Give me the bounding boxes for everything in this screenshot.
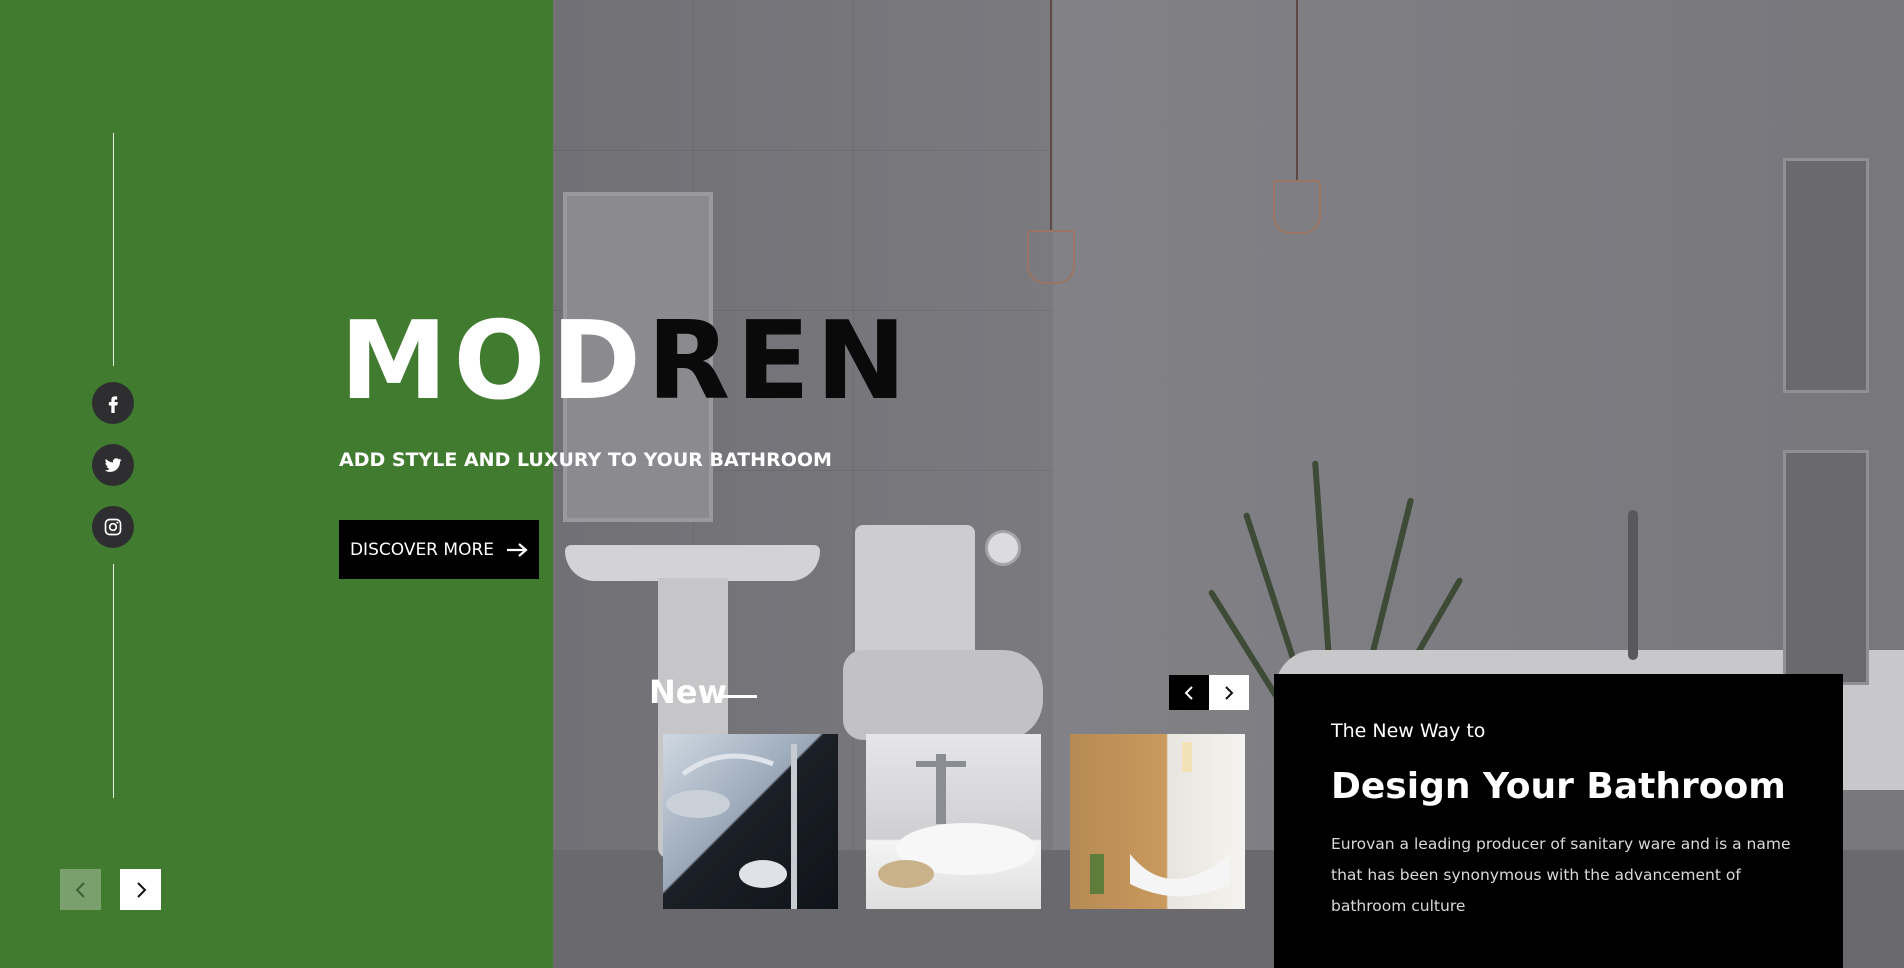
discover-more-button[interactable]: DISCOVER MORE	[339, 520, 539, 579]
discover-more-label: DISCOVER MORE	[349, 539, 495, 560]
chevron-right-icon	[136, 881, 146, 898]
hero-subtitle: ADD STYLE AND LUXURY TO YOUR BATHROOM	[339, 449, 832, 471]
chevron-right-icon	[1225, 685, 1234, 700]
new-label-dash	[722, 695, 757, 698]
product-thumb-basin[interactable]	[866, 734, 1041, 909]
green-side-panel	[0, 0, 553, 968]
products-next-button[interactable]	[1209, 675, 1249, 710]
card-body: Eurovan a leading producer of sanitary w…	[1331, 835, 1791, 915]
facebook-icon[interactable]	[92, 382, 134, 424]
twitter-icon[interactable]	[92, 444, 134, 486]
info-card: The New Way to Design Your Bathroom Euro…	[1274, 674, 1843, 968]
chevron-left-icon	[1184, 685, 1193, 700]
hero-prev-button[interactable]	[60, 869, 101, 910]
hero-title: MODREN	[340, 308, 912, 416]
card-title: Design Your Bathroom	[1331, 766, 1786, 807]
card-kicker: The New Way to	[1331, 720, 1486, 742]
rail-line-top	[113, 133, 114, 366]
products-prev-button[interactable]	[1169, 675, 1209, 710]
new-section-label: New	[649, 673, 728, 711]
product-thumb-bathtub[interactable]	[1070, 734, 1245, 909]
chevron-left-icon	[75, 881, 85, 898]
rail-line-bottom	[113, 564, 114, 798]
hero-title-dark: REN	[646, 299, 913, 424]
hero-title-light: MOD	[340, 299, 647, 424]
product-thumb-shower[interactable]	[663, 734, 838, 909]
arrow-right-icon	[507, 542, 528, 557]
hero-next-button[interactable]	[120, 869, 161, 910]
instagram-icon[interactable]	[92, 506, 134, 548]
